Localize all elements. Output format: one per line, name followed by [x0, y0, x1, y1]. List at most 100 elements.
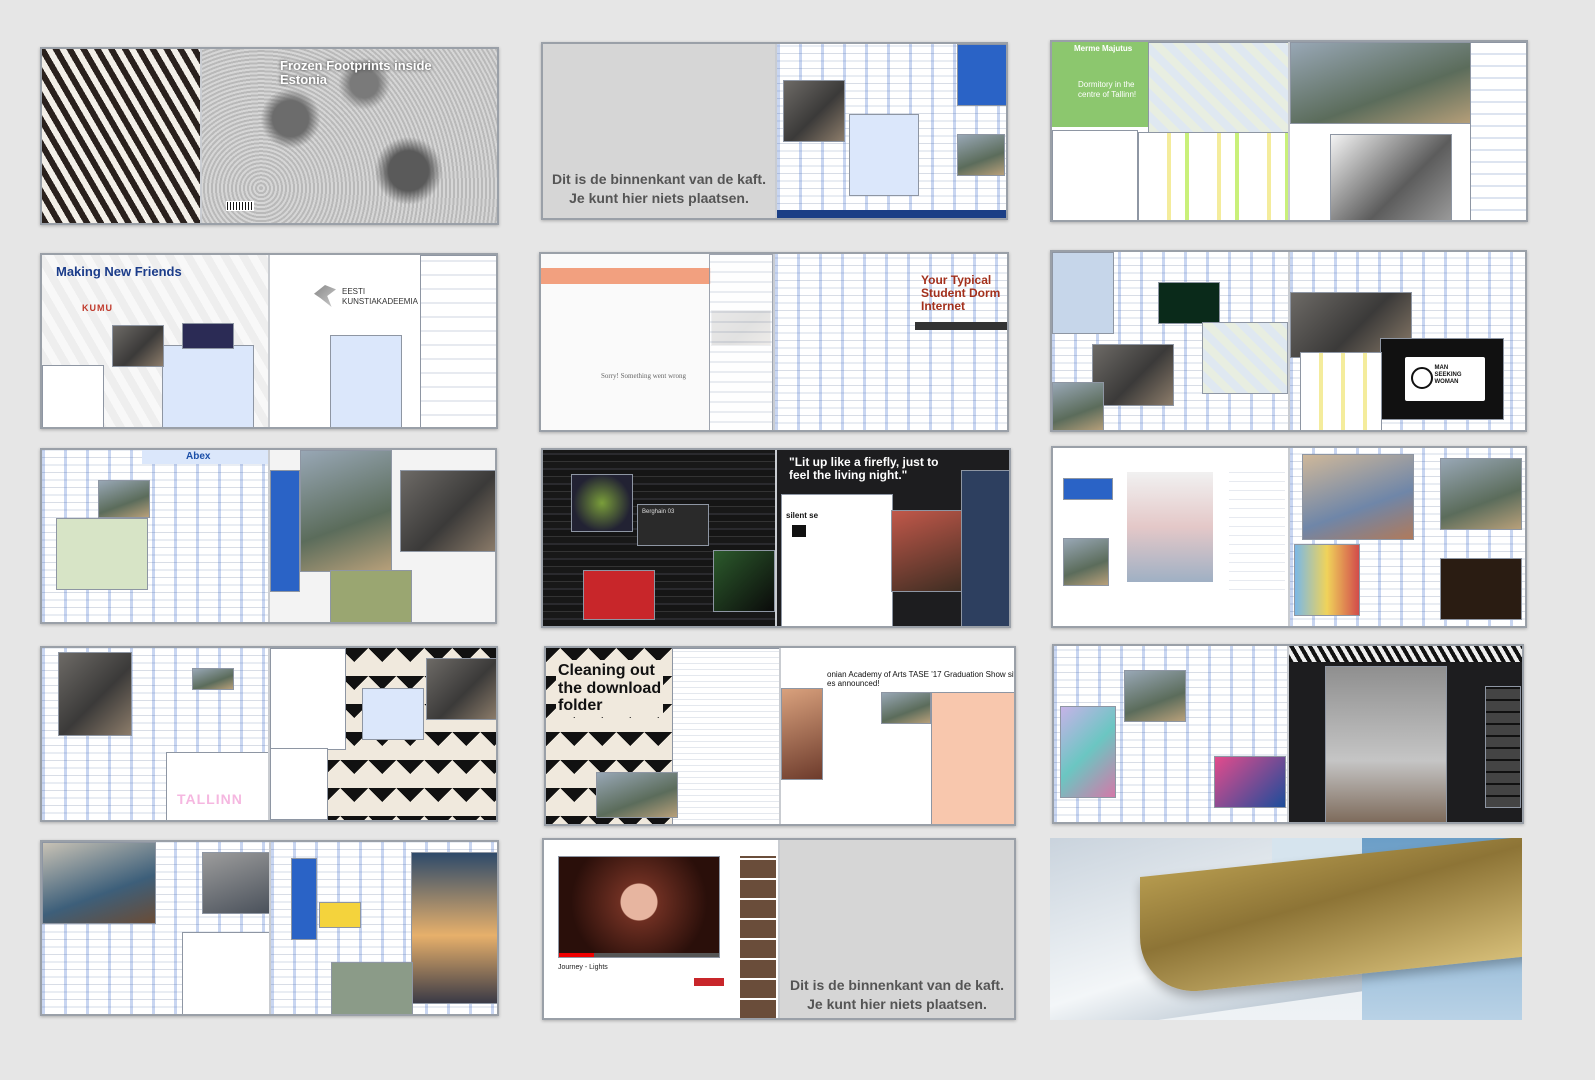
spread-inside-cover-back[interactable]: Journey - Lights Dit is de binnenkant va… [542, 838, 1016, 1020]
photos-page [1052, 252, 1288, 430]
abex-brand: Abex [186, 451, 211, 462]
cover-front-granite: Frozen Footprints inside Estonia [200, 49, 497, 223]
colorful-window [1294, 544, 1360, 616]
tallinn-text: TALLINN [177, 791, 243, 807]
series-window: MAN SEEKING WOMAN [1379, 338, 1504, 420]
video-window: silent se [781, 494, 893, 626]
logo-text: MAN SEEKING WOMAN [1435, 365, 1462, 386]
tallinn-banner: TALLINN [166, 752, 268, 820]
tallinn-page [1288, 42, 1526, 220]
friends-title: Making New Friends [56, 264, 182, 279]
landscape-photo [299, 450, 392, 572]
field-photo [329, 570, 412, 622]
photo-window [426, 658, 496, 720]
blue-panel [290, 858, 317, 940]
logo-line3: WOMAN [1434, 379, 1459, 385]
photo-window [1092, 344, 1174, 406]
photo-window [202, 852, 269, 914]
salmon-panel [931, 692, 1014, 824]
map-window [56, 518, 148, 590]
download-title: Cleaning out the download folder [556, 660, 664, 717]
video-call-window [1302, 454, 1414, 540]
browser-window [957, 44, 1006, 106]
cover-back-pattern [42, 49, 200, 223]
blank-line2: Je kunt hier niets plaatsen. [569, 190, 749, 206]
grad-heading: onian Academy of Arts TASE '17 Graduatio… [827, 670, 1014, 688]
photo-window [192, 668, 234, 690]
academy-line1: EESTI [342, 287, 366, 296]
heart-icon [1410, 367, 1433, 389]
photo-window [781, 688, 823, 780]
people-page [1053, 448, 1288, 626]
workshop-page: TALLINN [42, 648, 268, 820]
spread-cover[interactable]: Frozen Footprints inside Estonia [40, 47, 499, 225]
download-folder-page: Cleaning out the download folder [546, 648, 779, 824]
subscribe-button[interactable] [694, 978, 724, 986]
messenger-window [162, 345, 254, 427]
spread-student-dorm[interactable]: Sorry! Something went wrong Your Typical… [539, 252, 1009, 432]
map-window [1202, 322, 1288, 394]
progress-fill [559, 953, 595, 957]
dorm-title: Your Typical Student Dorm Internet [921, 273, 1000, 314]
spread-firefly[interactable]: Berghain 03 "Lit up like a firefly, just… [541, 448, 1011, 628]
crowd-photo [1325, 666, 1447, 822]
blank-line2: Je kunt hier niets plaatsen. [807, 996, 987, 1012]
spread-sunset[interactable] [40, 840, 499, 1016]
graduation-page: onian Academy of Arts TASE '17 Graduatio… [779, 648, 1014, 824]
download-line3: folder [558, 697, 603, 715]
people-photo [1127, 472, 1213, 582]
video-call-page [1288, 448, 1525, 626]
spread-people[interactable] [1051, 446, 1527, 628]
blue-post [1063, 478, 1113, 500]
logo-line1: MAN [1434, 365, 1449, 371]
logo-box: MAN SEEKING WOMAN [1404, 357, 1485, 401]
grad-heading-line1: onian Academy of Arts TASE '17 Graduatio… [827, 670, 1014, 679]
spread-making-new-friends[interactable]: Making New Friends KUMU EESTI KUNSTIAKAD… [40, 253, 498, 429]
spread-hostel[interactable]: Merme Majutus Dormitory in the centre of… [1050, 40, 1528, 222]
dark-window [1440, 558, 1522, 620]
headline-line1: Dormitory in the [1078, 80, 1135, 89]
grad-heading-line2: es announced! [827, 679, 880, 688]
video-title: Journey - Lights [558, 964, 608, 971]
list-window [1052, 130, 1138, 220]
dorm-internet-page: Your Typical Student Dorm Internet [773, 254, 1007, 430]
bird-icon [314, 285, 336, 307]
building-photo [1330, 134, 1452, 220]
spread-inside-cover-front[interactable]: Dit is de binnenkant van de kaft. Je kun… [541, 42, 1008, 220]
play-icon[interactable] [792, 525, 806, 537]
photo-window [98, 480, 150, 518]
map-window [1148, 42, 1288, 134]
window [270, 748, 328, 820]
headline-line2: centre of Tallinn! [1078, 90, 1137, 99]
photo-window [42, 842, 156, 924]
yellow-panel [318, 902, 361, 928]
chat-window [849, 114, 919, 196]
video-player[interactable] [558, 856, 720, 958]
player-label: Berghain 03 [642, 509, 675, 515]
site-name: Merme Majutus [1074, 44, 1133, 53]
photo-window [881, 692, 931, 724]
open-book-photo [1050, 838, 1522, 1020]
group-photo [399, 470, 495, 552]
feed-page [1054, 646, 1287, 822]
download-line2: the download [558, 679, 662, 697]
spread-abex[interactable]: Abex [40, 448, 497, 624]
barcode-icon [226, 201, 254, 211]
download-line1: Cleaning out [558, 662, 655, 679]
hostel-page: Merme Majutus Dormitory in the centre of… [1052, 42, 1288, 220]
abex-header: Abex [142, 450, 268, 464]
chat-list [42, 365, 104, 427]
error-text: Sorry! Something went wrong [601, 372, 686, 380]
spread-crowd[interactable] [1052, 644, 1524, 824]
map-window [1052, 252, 1114, 334]
spread-man-seeking-woman[interactable]: MAN SEEKING WOMAN [1050, 250, 1527, 432]
spread-download-folder[interactable]: Cleaning out the download folder onian A… [544, 646, 1016, 826]
series-page: MAN SEEKING WOMAN [1287, 252, 1525, 430]
list-window [709, 254, 773, 430]
spread-tallinn[interactable]: TALLINN [40, 646, 498, 822]
window [270, 648, 346, 750]
video-window [182, 323, 234, 349]
play-progress[interactable] [559, 953, 719, 957]
calendar-window [1299, 352, 1382, 430]
feed-window [420, 255, 496, 427]
